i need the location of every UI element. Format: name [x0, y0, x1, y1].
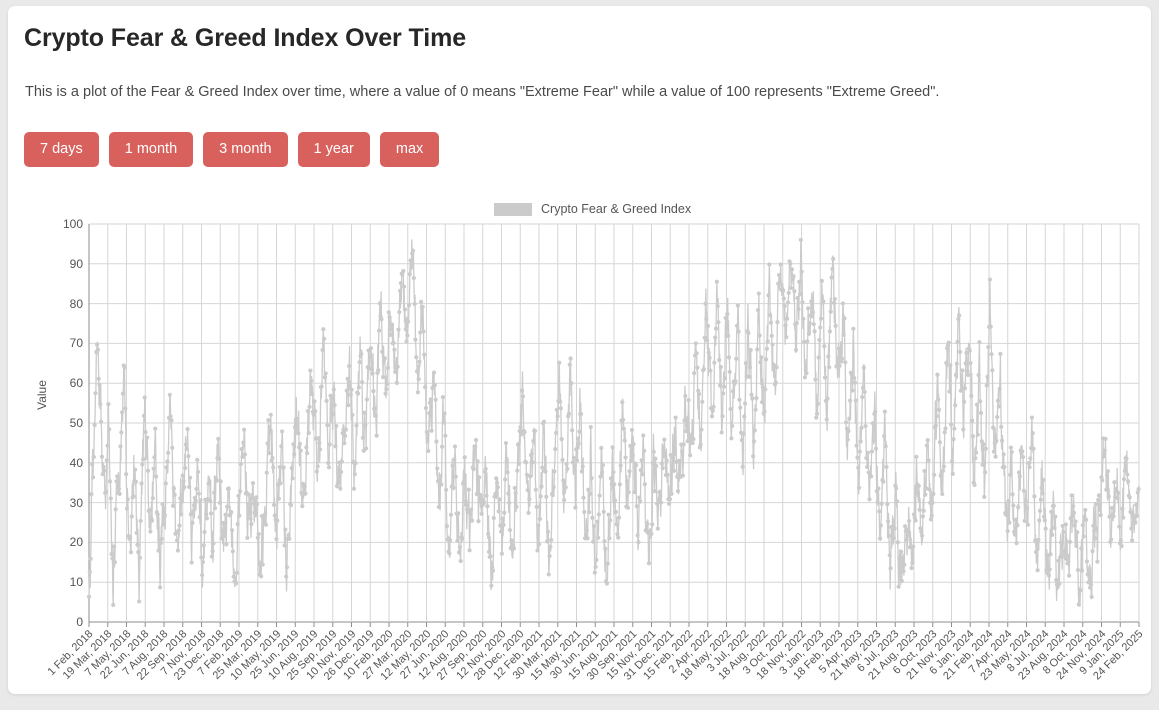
- page-root: Crypto Fear & Greed Index Over Time This…: [0, 0, 1159, 710]
- range-1-month[interactable]: 1 month: [108, 132, 194, 167]
- y-tick-label: 90: [69, 256, 83, 271]
- y-tick-label: 100: [62, 217, 83, 231]
- y-tick-label: 50: [69, 416, 83, 430]
- range-1-year[interactable]: 1 year: [297, 132, 370, 167]
- y-tick-label: 20: [69, 535, 83, 550]
- chart-card: Crypto Fear & Greed Index Over Time This…: [8, 6, 1151, 694]
- range-max[interactable]: max: [379, 132, 440, 167]
- y-tick-label: 30: [69, 495, 83, 510]
- y-tick-label: 10: [69, 575, 83, 590]
- page-description: This is a plot of the Fear & Greed Index…: [25, 84, 940, 100]
- y-tick-label: 80: [69, 296, 83, 311]
- fear-greed-chart: Crypto Fear & Greed Index Value 0 10 20 30 4…: [8, 192, 1151, 692]
- page-title: Crypto Fear & Greed Index Over Time: [24, 24, 467, 52]
- range-3-month[interactable]: 3 month: [203, 132, 288, 167]
- range-button-group: 7 days 1 month 3 month 1 year max: [24, 132, 440, 167]
- y-tick-label: 0: [76, 615, 83, 629]
- plot-area: 0 10 20 30 40 50 60 70 80 90 100 1 Feb, 2018 19 Mar…: [8, 192, 1151, 692]
- y-tick-label: 60: [69, 376, 83, 391]
- chart-svg: [86, 223, 1141, 627]
- x-axis-ticks: 1 Feb, 2018 19 Mar, 2018 7 May, 2018 22 Jun…: [45, 622, 1145, 692]
- y-axis-ticks: 0 10 20 30 40 50 60 70 80 90 100: [47, 192, 83, 692]
- range-7-days[interactable]: 7 days: [24, 132, 99, 167]
- y-tick-label: 70: [69, 336, 83, 351]
- y-tick-label: 40: [69, 455, 83, 470]
